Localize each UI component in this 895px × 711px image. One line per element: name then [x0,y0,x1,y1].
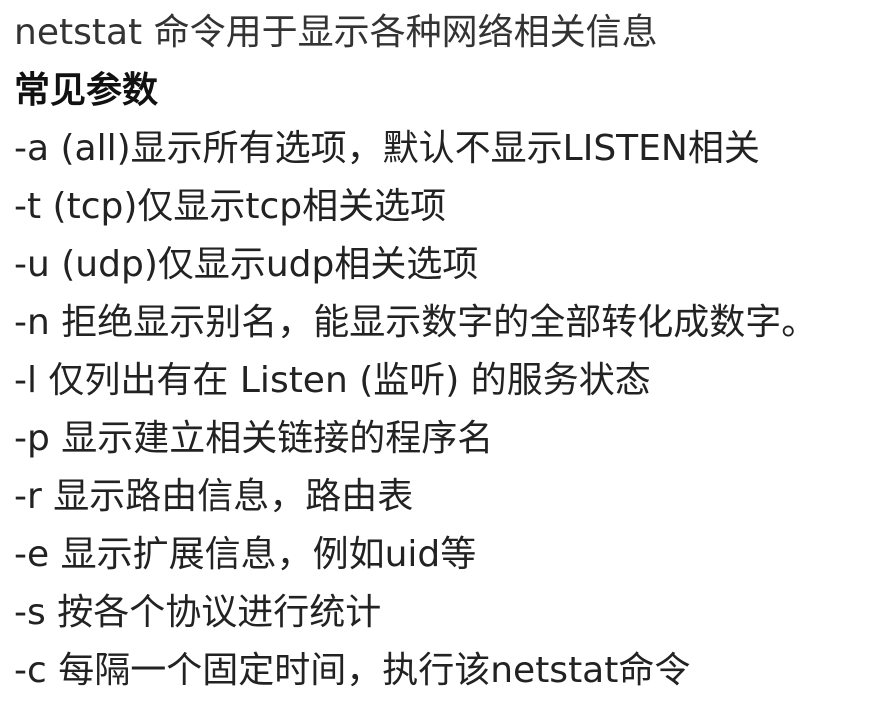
param-item-l: -l 仅列出有在 Listen (监听) 的服务状态 [14,360,651,401]
param-item-u: -u (udp)仅显示udp相关选项 [14,244,479,285]
param-item-p: -p 显示建立相关链接的程序名 [14,418,494,459]
param-item-r: -r 显示路由信息，路由表 [14,476,414,517]
document-page: netstat 命令用于显示各种网络相关信息 常见参数 -a (all)显示所有… [0,0,895,711]
param-item-e: -e 显示扩展信息，例如uid等 [14,534,477,575]
intro-text: netstat 命令用于显示各种网络相关信息 [14,12,658,53]
param-item-c: -c 每隔一个固定时间，执行该netstat命令 [14,650,691,691]
param-item-n: -n 拒绝显示别名，能显示数字的全部转化成数字。 [14,302,818,343]
section-heading: 常见参数 [14,70,159,111]
param-item-t: -t (tcp)仅显示tcp相关选项 [14,186,447,227]
param-item-a: -a (all)显示所有选项，默认不显示LISTEN相关 [14,128,760,169]
param-item-s: -s 按各个协议进行统计 [14,592,382,633]
param-list: -a (all)显示所有选项，默认不显示LISTEN相关 -t (tcp)仅显示… [14,120,895,700]
